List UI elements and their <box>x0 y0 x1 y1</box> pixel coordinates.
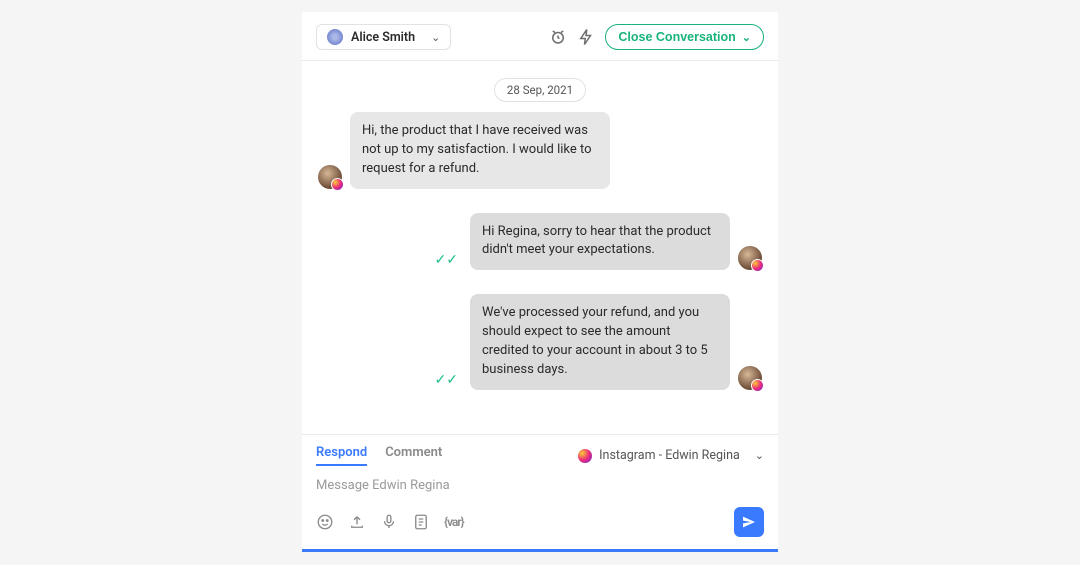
channel-selector[interactable]: Instagram - Edwin Regina ⌄ <box>578 448 764 463</box>
chevron-down-icon: ⌄ <box>431 31 440 44</box>
message-bubble: We've processed your refund, and you sho… <box>470 294 730 389</box>
date-separator: 28 Sep, 2021 <box>318 79 762 98</box>
avatar <box>318 165 342 189</box>
channel-label: Instagram - Edwin Regina <box>599 448 740 463</box>
bolt-icon[interactable] <box>577 28 595 46</box>
chat-scroll-area[interactable]: 28 Sep, 2021 Hi, the product that I have… <box>302 61 778 434</box>
header-actions: Close Conversation ⌄ <box>549 24 764 50</box>
message-bubble: Hi, the product that I have received was… <box>350 112 610 189</box>
close-conversation-button[interactable]: Close Conversation ⌄ <box>605 24 764 50</box>
composer-tools: {var} <box>316 513 464 531</box>
send-icon <box>741 514 757 530</box>
chat-header: Alice Smith ⌄ Close Conversation ⌄ <box>302 12 778 61</box>
avatar <box>327 29 343 45</box>
variable-icon[interactable]: {var} <box>444 513 464 531</box>
chevron-down-icon: ⌄ <box>755 449 764 462</box>
tab-respond[interactable]: Respond <box>316 445 367 466</box>
avatar <box>738 246 762 270</box>
close-conversation-label: Close Conversation <box>618 30 735 44</box>
composer-header: Respond Comment Instagram - Edwin Regina… <box>316 445 764 466</box>
composer: Respond Comment Instagram - Edwin Regina… <box>302 434 778 552</box>
microphone-icon[interactable] <box>380 513 398 531</box>
composer-tools-row: {var} <box>316 507 764 537</box>
composer-tabs: Respond Comment <box>316 445 442 466</box>
input-placeholder: Message Edwin Regina <box>316 478 450 493</box>
message-row: ✓✓ We've processed your refund, and you … <box>318 294 762 389</box>
tab-comment[interactable]: Comment <box>385 445 442 466</box>
snooze-icon[interactable] <box>549 28 567 46</box>
instagram-icon <box>578 449 592 463</box>
emoji-icon[interactable] <box>316 513 334 531</box>
canned-response-icon[interactable] <box>412 513 430 531</box>
message-input[interactable]: Message Edwin Regina <box>316 478 764 493</box>
send-button[interactable] <box>734 507 764 537</box>
read-receipt-icon: ✓✓ <box>435 372 458 390</box>
message-row: ✓✓ Hi Regina, sorry to hear that the pro… <box>318 213 762 271</box>
avatar <box>738 366 762 390</box>
message-bubble: Hi Regina, sorry to hear that the produc… <box>470 213 730 271</box>
read-receipt-icon: ✓✓ <box>435 252 458 270</box>
upload-icon[interactable] <box>348 513 366 531</box>
chevron-down-icon: ⌄ <box>742 31 751 44</box>
date-label: 28 Sep, 2021 <box>494 78 586 102</box>
agent-assignee-dropdown[interactable]: Alice Smith ⌄ <box>316 24 451 50</box>
message-row: Hi, the product that I have received was… <box>318 112 762 189</box>
chat-app: Alice Smith ⌄ Close Conversation ⌄ 28 Se… <box>302 12 778 552</box>
agent-name-label: Alice Smith <box>351 30 415 45</box>
